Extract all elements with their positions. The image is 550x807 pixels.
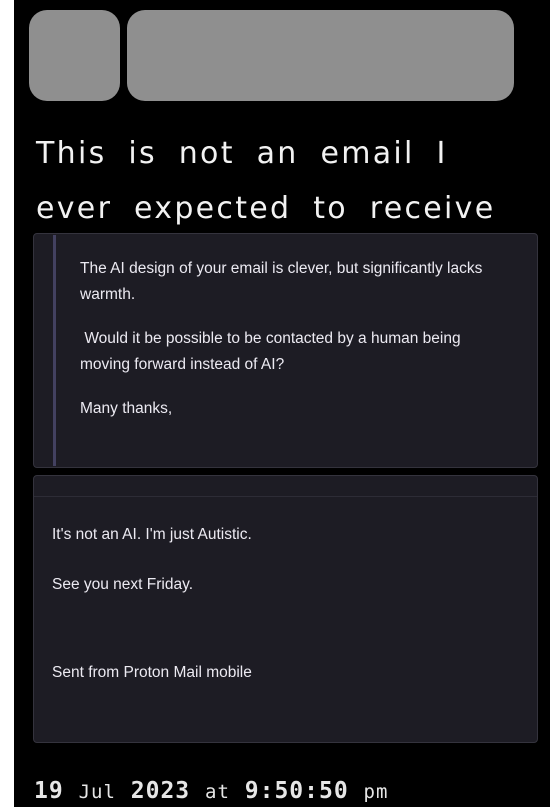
timestamp-time: 9:50:50 [244,778,349,804]
quoted-paragraph-2: Would it be possible to be contacted by … [80,330,465,373]
timestamp-month: Jul [78,781,116,803]
reply-message-card: It's not an AI. I'm just Autistic. See y… [33,475,538,743]
quoted-paragraph-3: Many thanks, [80,400,173,417]
redacted-sender-name [127,10,514,101]
timestamp-year: 2023 [130,778,191,804]
reply-line-2: See you next Friday. [52,576,194,593]
sent-timestamp: 19 Jul 2023 at 9:50:50 pm [34,778,388,804]
email-screen: This is not an email I ever expected to … [14,0,550,807]
timestamp-ampm: pm [363,781,389,803]
quoted-paragraph-1: The AI design of your email is clever, b… [80,260,483,303]
quote-bar [53,235,56,466]
timestamp-at: at [205,781,230,803]
reply-divider [34,496,537,497]
redacted-avatar [29,10,120,101]
quoted-message-body: The AI design of your email is clever, b… [80,256,500,440]
reply-message-body: It's not an AI. I'm just Autistic. See y… [52,522,512,710]
timestamp-day: 19 [34,778,64,804]
reply-signature: Sent from Proton Mail mobile [52,664,252,681]
quoted-message-card: The AI design of your email is clever, b… [33,233,538,468]
reply-line-1: It's not an AI. I'm just Autistic. [52,526,252,543]
